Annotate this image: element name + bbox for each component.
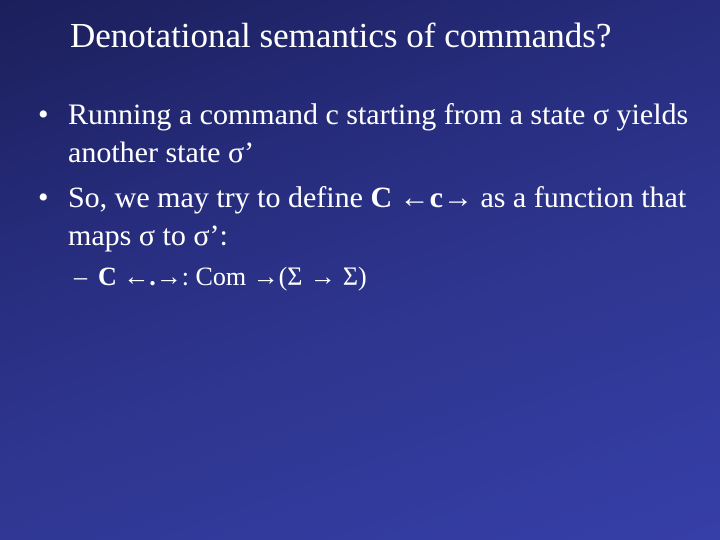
sigma-symbol: σ [593,98,609,131]
sigma-symbol: σ [193,219,209,252]
text: Running a command c starting from a stat… [68,98,593,131]
colon: : [220,219,228,252]
text: : Com [182,262,253,291]
right-arrow-icon: → [302,261,342,291]
small-c: c [430,181,443,214]
right-arrow-icon: → [156,261,182,291]
bullet-list: Running a command c starting from a stat… [30,96,690,294]
prime-symbol: ’ [210,219,220,252]
sigma-symbol: σ [228,136,244,169]
bullet-1: Running a command c starting from a stat… [30,96,690,171]
bullet-2: So, we may try to define C ←c→ as a func… [30,179,690,294]
right-arrow-icon: → [443,181,473,214]
big-sigma-symbol: Σ [287,262,302,291]
sigma-symbol: σ [139,219,155,252]
slide: Denotational semantics of commands? Runn… [0,0,720,540]
sub-bullet-1: C ←.→: Com →(Σ → Σ) [68,260,690,294]
lparen: ( [279,262,288,291]
c-notation: C ←c→ [370,181,473,214]
left-arrow-icon: ← [123,261,149,291]
c-notation: C ←.→ [98,262,182,291]
slide-body: Running a command c starting from a stat… [30,96,690,294]
prime-symbol: ’ [244,136,254,169]
text: to [155,219,193,252]
rparen: ) [358,262,367,291]
sub-list: C ←.→: Com →(Σ → Σ) [68,260,690,294]
slide-title: Denotational semantics of commands? [70,16,690,56]
text: So, we may try to define [68,181,370,214]
big-sigma-symbol: Σ [343,262,358,291]
left-arrow-icon: ← [400,181,430,214]
big-c: C [98,262,123,291]
big-c: C [370,181,399,214]
right-arrow-icon: → [253,261,279,291]
